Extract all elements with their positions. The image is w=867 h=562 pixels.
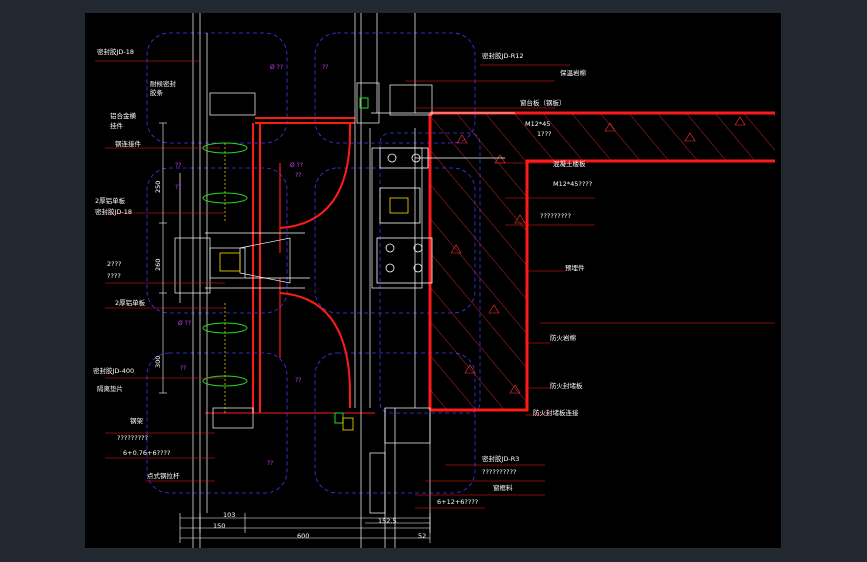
label-concrete-slab: 混凝土楼板 (553, 160, 586, 168)
dimension-103: 103 (223, 511, 236, 519)
cad-drawing-area: 密封胶JD-18 耐候密封 胶条 铝合金横 挂件 钢连接件 2厚铝单板 密封胶J… (85, 13, 781, 548)
magenta-note-3: ?? (175, 162, 182, 169)
label-aluminum-panel-2: 2厚铝单板 (115, 299, 146, 307)
label-note-d: ????????? (540, 212, 572, 220)
label-sealant-top-right: 密封胶JD-R12 (482, 52, 524, 60)
label-steel-connector: 钢连接件 (115, 140, 141, 148)
label-steel-frame: 钢架 (130, 417, 143, 425)
dimension-152-5: 152.5 (378, 517, 397, 525)
dimension-300: 300 (154, 355, 162, 368)
magenta-note-7: Ø ?? (178, 320, 191, 327)
dimension-lines (159, 122, 431, 543)
glass-units (202, 97, 369, 424)
dimension-250: 250 (154, 180, 162, 193)
label-weather-seal: 耐候密封 (150, 80, 176, 88)
label-insulation-wool: 保温岩棉 (560, 69, 586, 77)
label-fire-wool: 防火岩棉 (550, 334, 576, 342)
magenta-note-10: ?? (267, 460, 274, 467)
label-aluminum-transom: 铝合金横 (110, 112, 136, 120)
label-sealant-mid: 密封胶JD-18 (95, 208, 133, 216)
dimension-150: 150 (213, 522, 226, 530)
label-fire-board-connection: 防火封堵板连接 (533, 409, 579, 417)
label-window-frame: 窗框料 (493, 484, 513, 492)
dimension-52: 52 (418, 532, 427, 540)
label-fire-board: 防火封堵板 (550, 382, 583, 390)
magenta-note-2: ?? (322, 64, 329, 71)
magenta-note-6: ?? (295, 172, 302, 179)
label-insulated-glass: 6+12+6???? (437, 498, 479, 506)
magenta-note-1: Ø ?? (270, 64, 283, 71)
label-note-b: ???? (107, 272, 121, 280)
concrete-slab (428, 111, 775, 412)
label-note-a: 2??? (107, 260, 122, 268)
magenta-note-8: ?? (180, 365, 187, 372)
label-window-sill: 窗台板（钢板） (520, 99, 566, 107)
curtain-wall-section-drawing (95, 13, 775, 548)
label-gasket: 胶条 (150, 89, 163, 97)
anchor-bolts (219, 147, 433, 431)
label-bolt-1-note: 1??? (537, 130, 552, 138)
magenta-note-5: Ø ?? (290, 162, 303, 169)
dimension-600: 600 (297, 532, 310, 540)
label-spider-rod: 点式钢拉杆 (147, 472, 180, 480)
label-bolt-2: M12*45???? (553, 180, 593, 188)
label-sealant-lower: 密封胶JD-400 (93, 367, 135, 375)
label-embedded-part: 预埋件 (565, 264, 585, 272)
label-hanger: 挂件 (110, 122, 123, 130)
dimension-260: 260 (154, 258, 162, 271)
magenta-note-9: ?? (295, 377, 302, 384)
label-sealant-top-left: 密封胶JD-18 (97, 48, 135, 56)
label-sealant-lower-right: 密封胶JD-R3 (482, 455, 520, 463)
label-bolt-1: M12*45 (525, 120, 551, 128)
label-laminated-glass: 6+0.76+6???? (123, 449, 171, 457)
label-note-c: ????????? (117, 434, 149, 442)
magenta-note-4: ?? (175, 184, 182, 191)
label-aluminum-panel-1: 2厚铝单板 (95, 197, 126, 205)
label-isolation-pad: 隔离垫片 (97, 385, 123, 393)
label-note-e: ?????????? (482, 468, 517, 476)
